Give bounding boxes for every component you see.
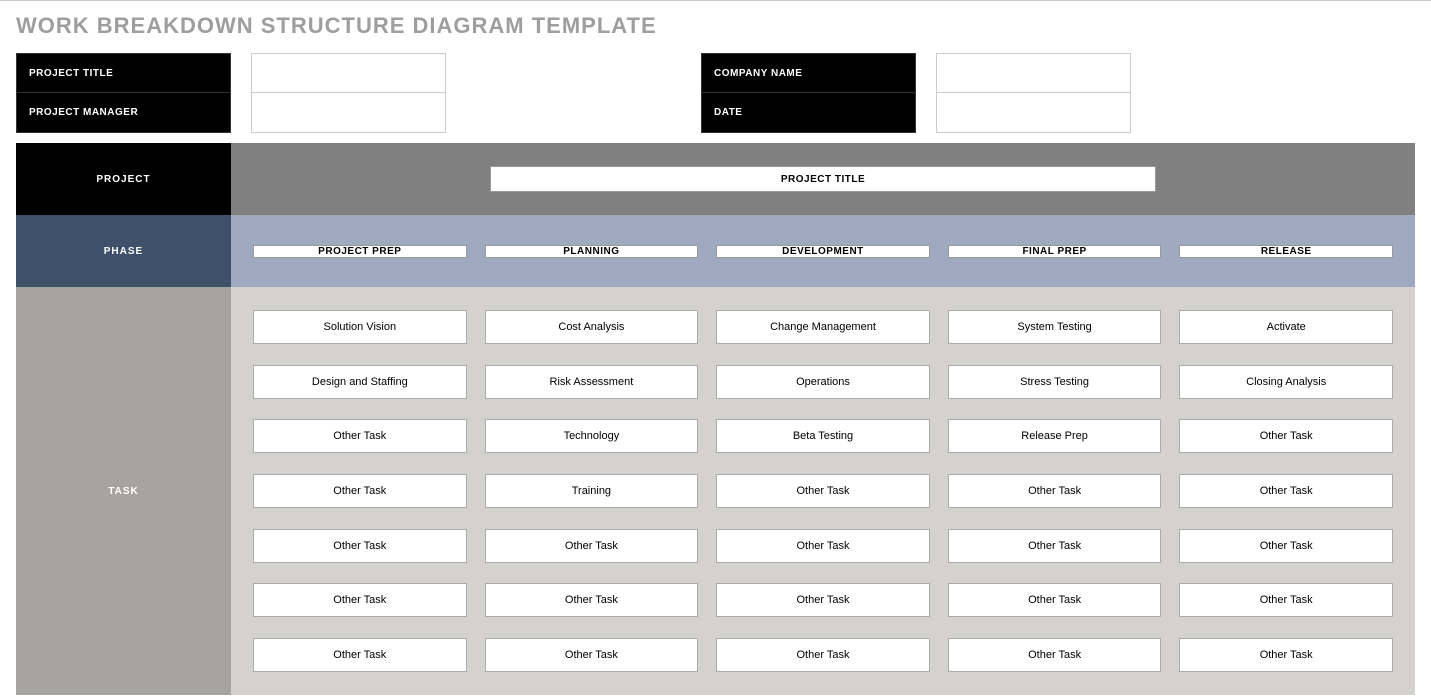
task-box[interactable]: System Testing [948, 310, 1162, 344]
label-project-title: PROJECT TITLE [16, 53, 231, 93]
task-box[interactable]: Other Task [253, 474, 467, 508]
task-box[interactable]: Closing Analysis [1179, 365, 1393, 399]
row-body-task: Solution Vision Design and Staffing Othe… [231, 287, 1415, 695]
task-box[interactable]: Other Task [1179, 529, 1393, 563]
value-project-manager[interactable] [251, 93, 446, 133]
page-title: WORK BREAKDOWN STRUCTURE DIAGRAM TEMPLAT… [16, 13, 1415, 39]
task-box[interactable]: Training [485, 474, 699, 508]
phase-box[interactable]: FINAL PREP [948, 245, 1162, 258]
page-container: WORK BREAKDOWN STRUCTURE DIAGRAM TEMPLAT… [0, 0, 1431, 695]
task-box[interactable]: Activate [1179, 310, 1393, 344]
task-box[interactable]: Other Task [716, 638, 930, 672]
task-box[interactable]: Stress Testing [948, 365, 1162, 399]
task-box[interactable]: Technology [485, 419, 699, 453]
label-project-manager: PROJECT MANAGER [16, 93, 231, 133]
project-title-box[interactable]: PROJECT TITLE [490, 166, 1156, 192]
label-date: DATE [701, 93, 916, 133]
phase-box[interactable]: PROJECT PREP [253, 245, 467, 258]
task-box[interactable]: Other Task [253, 529, 467, 563]
task-box[interactable]: Other Task [716, 529, 930, 563]
row-header-phase: PHASE [16, 215, 231, 287]
task-box[interactable]: Other Task [948, 638, 1162, 672]
task-box[interactable]: Other Task [253, 638, 467, 672]
task-box[interactable]: Design and Staffing [253, 365, 467, 399]
task-box[interactable]: Other Task [716, 583, 930, 617]
info-group-right: COMPANY NAME DATE [701, 53, 1131, 133]
task-box[interactable]: Other Task [716, 474, 930, 508]
phase-box[interactable]: RELEASE [1179, 245, 1393, 258]
task-box[interactable]: Other Task [948, 474, 1162, 508]
info-group-left: PROJECT TITLE PROJECT MANAGER [16, 53, 446, 133]
task-box[interactable]: Change Management [716, 310, 930, 344]
task-box[interactable]: Other Task [485, 583, 699, 617]
task-box[interactable]: Other Task [948, 583, 1162, 617]
task-box[interactable]: Other Task [1179, 638, 1393, 672]
task-box[interactable]: Operations [716, 365, 930, 399]
task-box[interactable]: Other Task [253, 583, 467, 617]
row-header-task: TASK [16, 287, 231, 695]
task-box[interactable]: Cost Analysis [485, 310, 699, 344]
info-header: PROJECT TITLE PROJECT MANAGER COMPANY NA… [16, 53, 1415, 133]
task-box[interactable]: Other Task [1179, 583, 1393, 617]
value-project-title[interactable] [251, 53, 446, 93]
task-box[interactable]: Risk Assessment [485, 365, 699, 399]
task-box[interactable]: Other Task [1179, 419, 1393, 453]
value-date[interactable] [936, 93, 1131, 133]
task-box[interactable]: Solution Vision [253, 310, 467, 344]
task-box[interactable]: Other Task [1179, 474, 1393, 508]
phase-box[interactable]: PLANNING [485, 245, 699, 258]
row-body-project: PROJECT TITLE [231, 143, 1415, 215]
task-box[interactable]: Other Task [948, 529, 1162, 563]
phase-box[interactable]: DEVELOPMENT [716, 245, 930, 258]
row-header-project: PROJECT [16, 143, 231, 215]
row-body-phase: PROJECT PREP PLANNING DEVELOPMENT FINAL … [231, 215, 1415, 287]
task-box[interactable]: Other Task [253, 419, 467, 453]
task-box[interactable]: Release Prep [948, 419, 1162, 453]
task-box[interactable]: Other Task [485, 529, 699, 563]
value-company-name[interactable] [936, 53, 1131, 93]
task-box[interactable]: Other Task [485, 638, 699, 672]
wbs-grid: PROJECT PROJECT TITLE PHASE PROJECT PREP… [16, 143, 1415, 695]
label-company-name: COMPANY NAME [701, 53, 916, 93]
task-box[interactable]: Beta Testing [716, 419, 930, 453]
